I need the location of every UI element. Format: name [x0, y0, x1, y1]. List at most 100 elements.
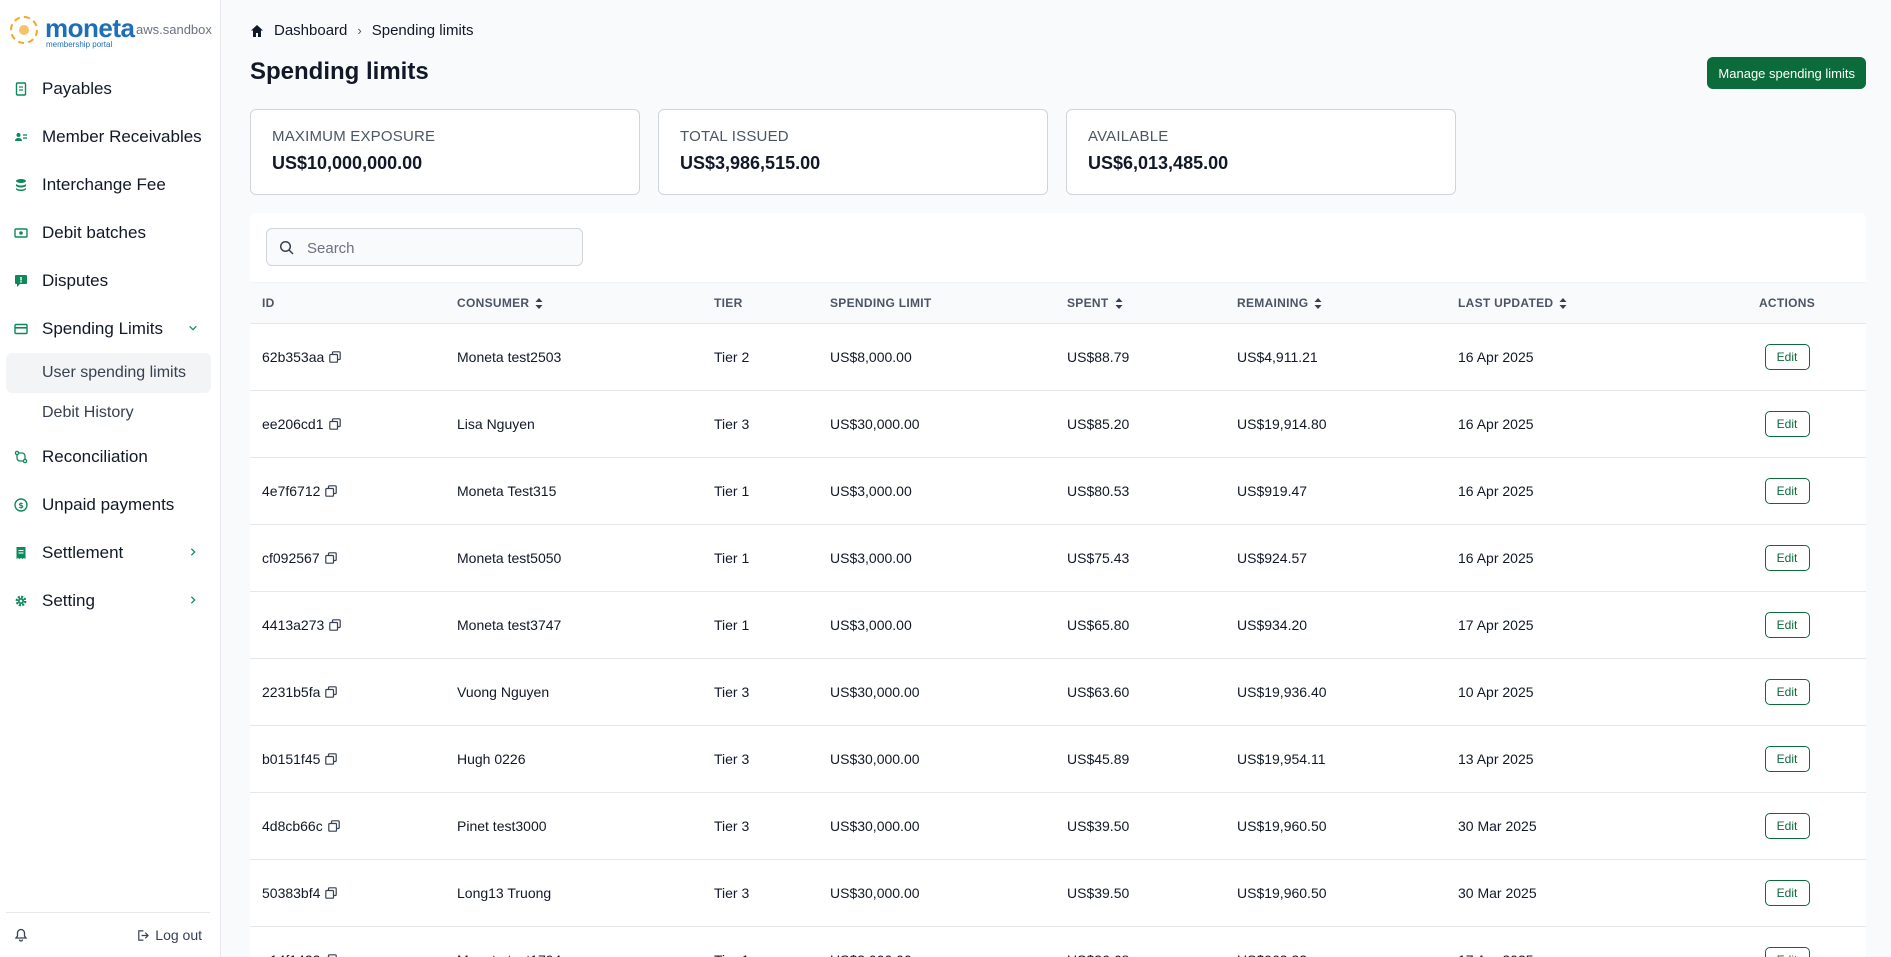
sidebar-item-spending-limits[interactable]: Spending Limits [0, 305, 221, 353]
cell-last-updated: 16 Apr 2025 [1458, 416, 1534, 432]
stat-value: US$6,013,485.00 [1088, 153, 1229, 173]
cell-actions: Edit [1708, 458, 1866, 525]
sidebar-item-label: Disputes [42, 271, 109, 290]
chevron-down-icon[interactable] [187, 322, 199, 334]
table-header-row: ID CONSUMER TIER SPENDING LIMIT SPENT RE… [250, 282, 1866, 324]
spending-limits-panel: ID CONSUMER TIER SPENDING LIMIT SPENT RE… [250, 213, 1866, 957]
sidebar-item-label: Spending Limits [42, 319, 163, 338]
row-id: 50383bf4 [262, 885, 321, 901]
cell-tier: Tier 2 [714, 349, 750, 365]
row-id: 2231b5fa [262, 684, 321, 700]
sidebar-item-label: Debit batches [42, 223, 146, 242]
cell-tier: Tier 1 [714, 617, 750, 633]
sidebar-subitem-user-spending-limits[interactable]: User spending limits [6, 353, 211, 393]
edit-button[interactable]: Edit [1764, 545, 1810, 571]
cell-spending-limit: US$30,000.00 [830, 751, 920, 767]
sidebar-item-interchange-fee[interactable]: Interchange Fee [0, 161, 221, 209]
sort-icon[interactable] [1115, 298, 1123, 310]
column-header-consumer[interactable]: CONSUMER [457, 283, 714, 324]
brand[interactable]: moneta membership portal aws.sandbox [10, 14, 215, 50]
brand-subtitle: membership portal [46, 40, 113, 49]
edit-button[interactable]: Edit [1764, 478, 1810, 504]
column-header-remaining[interactable]: REMAINING [1237, 283, 1458, 324]
chevron-right-icon[interactable] [187, 594, 199, 606]
cell-id: e14f1422 [250, 927, 457, 957]
table-row: 4e7f6712 Moneta Test315 Tier 1 US$3,000.00 U… [250, 458, 1866, 525]
sidebar-item-reconciliation[interactable]: Reconciliation [0, 433, 221, 481]
cell-last-updated: 16 Apr 2025 [1458, 349, 1534, 365]
edit-button[interactable]: Edit [1764, 612, 1810, 638]
edit-button[interactable]: Edit [1764, 813, 1810, 839]
breadcrumb-dashboard-link[interactable]: Dashboard [274, 22, 347, 39]
cell-last-updated: 10 Apr 2025 [1458, 684, 1534, 700]
logout-button[interactable]: Log out [136, 927, 202, 943]
chevron-right-icon: › [357, 23, 362, 38]
sidebar-item-label: Interchange Fee [42, 175, 166, 194]
sort-icon[interactable] [1314, 298, 1322, 310]
banknote-icon [14, 226, 28, 240]
search-input[interactable] [307, 237, 572, 259]
bell-icon[interactable] [14, 928, 28, 942]
chevron-right-icon[interactable] [187, 546, 199, 558]
cell-consumer: Hugh 0226 [457, 751, 526, 767]
edit-button[interactable]: Edit [1764, 746, 1810, 772]
copy-icon[interactable] [328, 418, 341, 430]
sidebar-item-unpaid-payments[interactable]: $ Unpaid payments [0, 481, 221, 529]
breadcrumb: Dashboard › Spending limits [250, 22, 473, 39]
copy-icon[interactable] [327, 820, 340, 832]
table-row: e14f1422 Moneta test1794Tier 1US$3,000.00… [250, 927, 1866, 957]
edit-button[interactable]: Edit [1764, 344, 1810, 370]
cell-consumer: Vuong Nguyen [457, 684, 550, 700]
copy-icon[interactable] [325, 485, 338, 497]
copy-icon[interactable] [325, 753, 338, 765]
column-header-last-updated[interactable]: LAST UPDATED [1458, 283, 1708, 324]
cell-spent: US$39.50 [1067, 885, 1130, 901]
reconcile-icon [14, 450, 28, 464]
sidebar: moneta membership portal aws.sandbox Pay… [0, 0, 221, 957]
sidebar-item-member-receivables[interactable]: Member Receivables [0, 113, 221, 161]
cell-remaining: US$19,960.50 [1237, 885, 1327, 901]
cell-actions: Edit [1708, 726, 1866, 793]
stat-value: US$10,000,000.00 [272, 153, 423, 173]
edit-button[interactable]: Edit [1764, 679, 1810, 705]
sort-icon[interactable] [1559, 298, 1567, 310]
edit-button[interactable]: Edit [1764, 880, 1810, 906]
home-icon[interactable] [250, 24, 264, 38]
copy-icon[interactable] [329, 619, 342, 631]
stat-card-available: AVAILABLE US$6,013,485.00 [1066, 109, 1456, 195]
cell-actions: Edit [1708, 592, 1866, 659]
copy-icon[interactable] [329, 351, 342, 363]
cell-actions: Edit [1708, 927, 1866, 957]
edit-button[interactable]: Edit [1764, 411, 1810, 437]
sidebar-item-debit-batches[interactable]: Debit batches [0, 209, 221, 257]
stat-card-total-issued: TOTAL ISSUED US$3,986,515.00 [658, 109, 1048, 195]
sidebar-item-setting[interactable]: Setting [0, 577, 221, 625]
cell-consumer: Moneta test2503 [457, 349, 562, 365]
cell-remaining: US$934.20 [1237, 617, 1308, 633]
cell-actions: Edit [1708, 860, 1866, 927]
sidebar-item-label: Member Receivables [42, 127, 202, 146]
cell-actions: Edit [1708, 659, 1866, 726]
cell-remaining: US$19,960.50 [1237, 818, 1327, 834]
column-header-tier: TIER [714, 296, 743, 310]
cell-id: ee206cd1 [250, 391, 457, 458]
sidebar-item-payables[interactable]: Payables [0, 65, 221, 113]
copy-icon[interactable] [325, 686, 338, 698]
manage-spending-limits-button[interactable]: Manage spending limits [1707, 57, 1866, 89]
copy-icon[interactable] [325, 887, 338, 899]
cell-spending-limit: US$3,000.00 [830, 550, 912, 566]
sidebar-item-settlement[interactable]: Settlement [0, 529, 221, 577]
column-header-spent[interactable]: SPENT [1067, 283, 1237, 324]
edit-button[interactable]: Edit [1764, 947, 1810, 957]
cell-spending-limit: US$30,000.00 [830, 684, 920, 700]
cell-tier: Tier 3 [714, 416, 750, 432]
sidebar-item-disputes[interactable]: Disputes [0, 257, 221, 305]
breadcrumb-current: Spending limits [371, 22, 474, 39]
cell-remaining: US$19,914.80 [1237, 416, 1327, 432]
copy-icon[interactable] [324, 552, 337, 564]
database-icon [14, 178, 28, 192]
cell-id: 62b353aa [250, 324, 457, 391]
sort-icon[interactable] [535, 298, 543, 310]
spending-limits-table: ID CONSUMER TIER SPENDING LIMIT SPENT RE… [250, 282, 1866, 957]
sidebar-subitem-debit-history[interactable]: Debit History [6, 393, 211, 433]
